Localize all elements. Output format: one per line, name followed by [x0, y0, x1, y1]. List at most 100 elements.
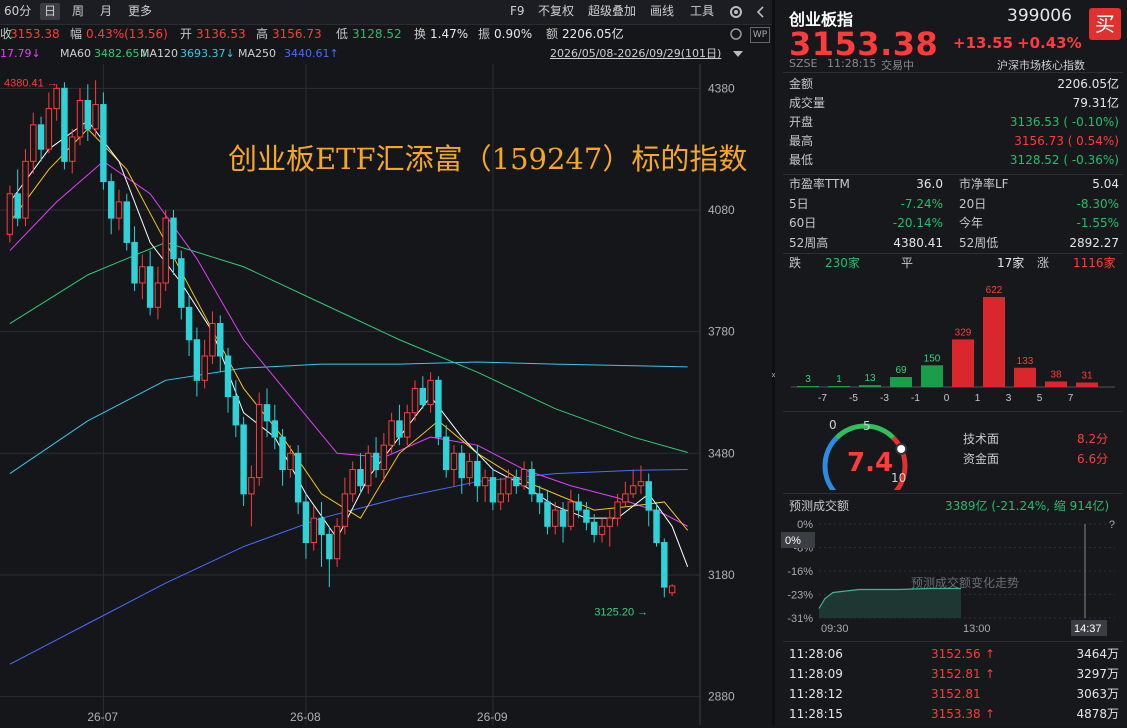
dist-label: 7	[1068, 393, 1074, 404]
adjust-button[interactable]: 不复权	[534, 3, 578, 20]
chevron-down-icon[interactable]	[732, 48, 744, 60]
forecast-y-label: -23%	[787, 590, 813, 602]
candle	[84, 84, 92, 142]
candle-body	[45, 108, 53, 150]
gear-icon[interactable]	[728, 4, 744, 20]
tick-arrow-icon: ↑	[985, 707, 996, 721]
overlay-button[interactable]: 超级叠加	[584, 3, 640, 20]
forecast-area	[819, 588, 961, 618]
ma250-label: MA250	[238, 47, 277, 60]
draw-button[interactable]: 画线	[646, 3, 678, 20]
candle-body	[653, 509, 660, 544]
f9-button[interactable]: F9	[506, 3, 529, 20]
candle	[14, 169, 21, 227]
candle-body	[201, 355, 208, 381]
candle-body	[61, 87, 68, 162]
gauge-score: 7.4	[847, 448, 894, 478]
candle-body	[217, 323, 224, 357]
valuation-row: 市盈率TTM 36.0 市净率LF 5.04	[789, 174, 1119, 194]
dist-value: 329	[955, 327, 972, 338]
dist-label: -7	[818, 393, 827, 404]
candle-body	[6, 193, 14, 235]
candle-body	[209, 323, 216, 357]
candle-body	[271, 420, 279, 438]
wp-icon[interactable]: WP	[750, 27, 770, 43]
candle	[61, 82, 68, 170]
dist-bar	[1045, 381, 1067, 387]
candle-body	[318, 517, 325, 535]
candle	[115, 189, 123, 231]
candle	[154, 266, 162, 320]
candle-body	[403, 412, 411, 438]
valuation-value: -8.30%	[1076, 196, 1119, 211]
candle	[403, 404, 411, 446]
change-distribution-chart: 3 1 136915032962213338 31-7 -5 -3 -1 0 1 3 5 7	[791, 285, 1115, 404]
period-selector[interactable]: 60分	[0, 3, 35, 20]
candle	[279, 428, 286, 486]
settings-small-icon[interactable]	[728, 27, 744, 41]
tick-row: 11:28:09 3152.81 ↑ 3297万	[789, 664, 1119, 684]
candle	[248, 465, 255, 527]
candle-body	[341, 493, 349, 527]
candle-body	[263, 404, 271, 422]
summary-label: 成交量	[789, 96, 826, 110]
forecast-help-icon: ?	[1109, 519, 1115, 531]
forecast-chart: 0%-8%-16%-23%-31%?0%预测成交额变化走势09:30 13:00 1…	[781, 519, 1115, 636]
candle-body	[178, 258, 185, 308]
tick-volume: 3464万	[1076, 647, 1119, 661]
low-annotation: 3125.20 →	[594, 606, 648, 618]
candle-body	[536, 493, 543, 503]
buy-button[interactable]: 买	[1089, 8, 1121, 40]
candle	[139, 254, 146, 300]
candle-body	[357, 469, 364, 487]
candle	[349, 461, 356, 502]
gauge-knob	[895, 442, 908, 455]
valuation-label: 市盈率TTM	[789, 177, 850, 191]
x-tick-label: 26-07	[87, 710, 118, 724]
kline-chart[interactable]: 4380 4080 3780 3480 3180 2880 26-07 26-08 26-09 4…	[0, 64, 772, 725]
candle	[287, 445, 294, 478]
forecast-y-label: 0%	[797, 519, 813, 531]
overlay-title: 创业板ETF汇添富（159247）标的指数	[228, 142, 748, 176]
ma60-line	[9, 241, 688, 453]
candle-body	[520, 469, 528, 487]
candle	[240, 416, 247, 507]
dist-label: 5	[1037, 393, 1043, 404]
gauge-arc	[822, 435, 839, 490]
price-change: +13.55	[953, 34, 1014, 52]
date-range[interactable]: 2026/05/08-2026/09/29(101日)	[550, 45, 721, 63]
dist-bar	[1076, 382, 1098, 387]
quote-time: 11:28:15	[827, 57, 877, 70]
candle	[458, 445, 465, 494]
summary-row: 开盘 3136.53 ( -0.10%)	[789, 112, 1119, 132]
tick-volume: 4878万	[1076, 707, 1119, 721]
candle-body	[481, 477, 489, 487]
candle	[318, 501, 325, 567]
candle	[427, 372, 434, 413]
x-tick-label: 26-08	[290, 710, 321, 724]
candle	[310, 506, 317, 551]
tab-day[interactable]: 日	[40, 3, 61, 20]
separator	[783, 72, 1123, 73]
tab-week[interactable]: 周	[68, 3, 88, 20]
tech-score: 8.2分	[1077, 432, 1109, 446]
candle	[68, 128, 76, 174]
dist-value: 150	[924, 353, 941, 364]
dist-value: 3	[805, 374, 811, 385]
tick-price: 3153.38	[931, 707, 981, 721]
collapse-left-icon[interactable]	[754, 5, 768, 19]
close-value: 3153.38	[10, 27, 60, 41]
ma120-value: 3693.37↓	[180, 47, 235, 60]
y-tick-label: 4080	[708, 203, 735, 217]
candle-body	[162, 217, 169, 284]
tab-more[interactable]: 更多	[124, 3, 156, 20]
candle-body	[575, 501, 582, 511]
candle-body	[583, 509, 590, 523]
tab-month[interactable]: 月	[96, 3, 116, 20]
summary-value: 3156.73 ( 0.54%)	[1014, 134, 1119, 148]
tools-button[interactable]: 工具	[686, 3, 718, 20]
forecast-x-label: 09:30	[821, 623, 849, 635]
candle	[450, 445, 458, 486]
candle	[372, 437, 380, 478]
separator	[783, 411, 1123, 412]
